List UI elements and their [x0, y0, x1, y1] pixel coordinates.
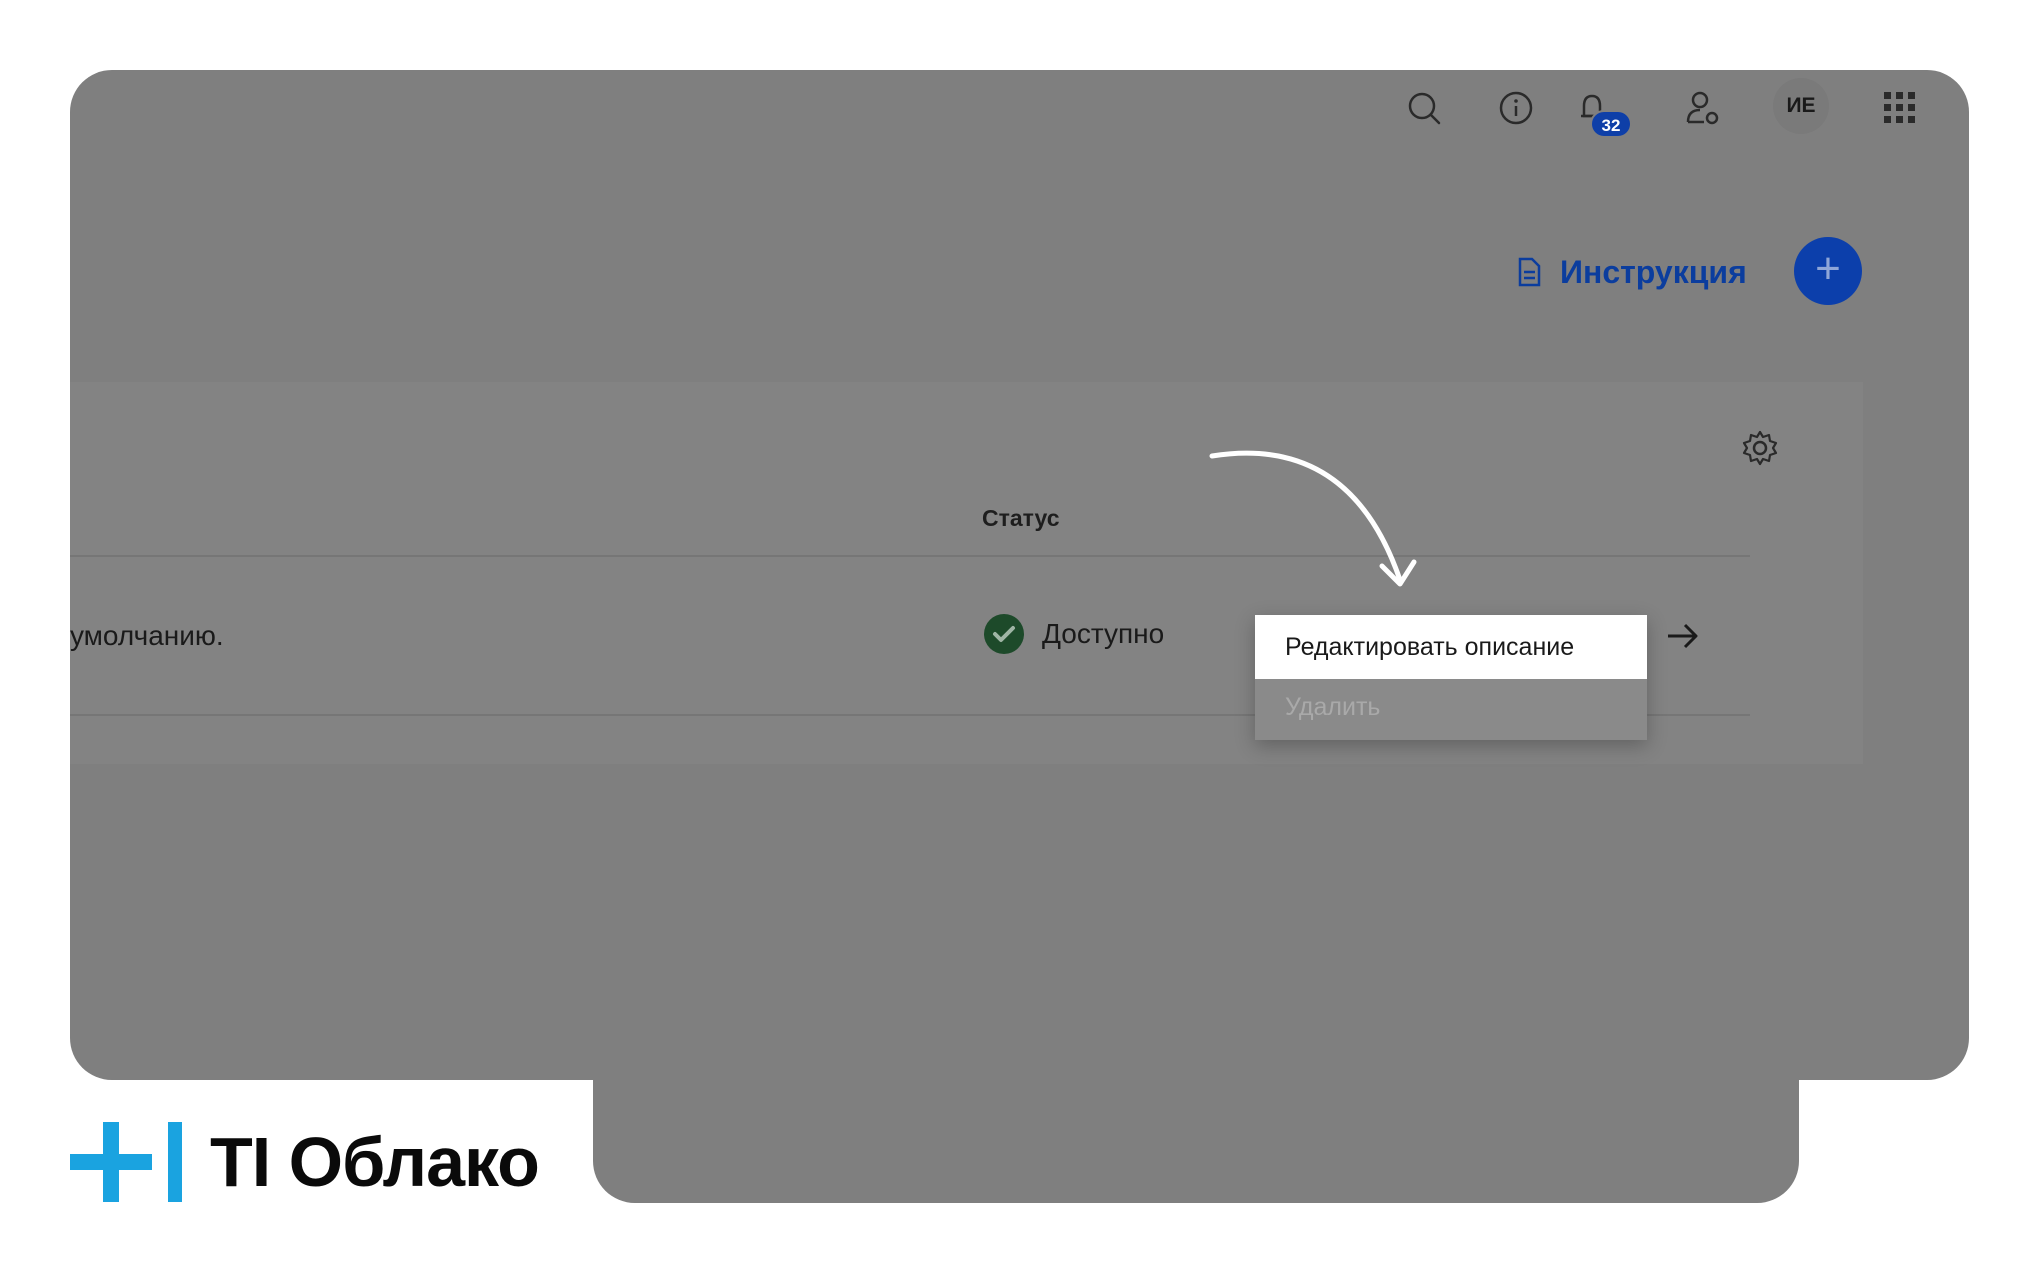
status-label: Доступно — [1042, 618, 1165, 649]
user-settings-icon[interactable] — [1680, 86, 1724, 130]
menu-item-edit-description[interactable]: Редактировать описание — [1255, 615, 1647, 679]
header-divider — [70, 555, 1750, 557]
instruction-link[interactable]: Инструкция — [1512, 248, 1747, 296]
avatar[interactable]: ИЕ — [1773, 78, 1829, 134]
column-header-status[interactable]: Статус — [982, 505, 1060, 532]
screenshot-frame-tab — [593, 1020, 1799, 1203]
document-icon — [1518, 257, 1541, 287]
logo-text: TI Облако — [210, 1123, 540, 1201]
brand-logo: TI Облако — [70, 1120, 540, 1204]
search-icon[interactable] — [1402, 86, 1446, 130]
notification-badge: 32 — [1590, 110, 1632, 138]
logo-mark-icon — [70, 1120, 188, 1204]
apps-grid-icon[interactable] — [1878, 86, 1922, 130]
context-menu: Редактировать описание Удалить — [1255, 615, 1647, 740]
annotation-arrow-icon — [1209, 450, 1417, 587]
status-badge: Доступно — [984, 614, 1164, 654]
row-description: умолчанию. — [70, 620, 224, 651]
info-icon[interactable] — [1494, 86, 1538, 130]
menu-item-delete[interactable]: Удалить — [1255, 679, 1647, 740]
frame-corner — [1799, 1080, 2028, 1268]
instruction-label: Инструкция — [1560, 253, 1747, 290]
arrow-right-icon[interactable] — [1664, 617, 1702, 655]
gear-icon[interactable] — [1740, 428, 1780, 468]
check-icon — [984, 614, 1024, 654]
add-button[interactable]: + — [1794, 237, 1862, 305]
